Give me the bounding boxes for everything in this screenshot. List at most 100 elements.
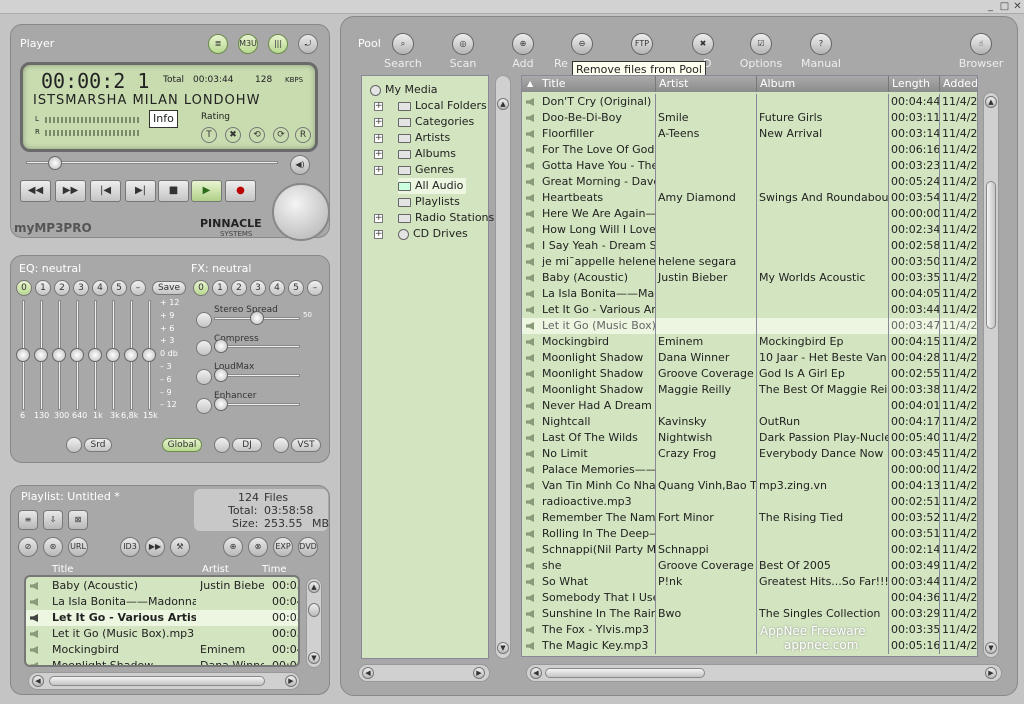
seek-bar[interactable] (26, 161, 278, 164)
pool-row[interactable]: Moonlight Shadow Groove Coverage God Is A … (522, 366, 977, 382)
col-added[interactable]: Added (940, 76, 977, 92)
eq-band-2[interactable]: 2 (54, 280, 70, 296)
expand-icon[interactable]: + (374, 214, 383, 223)
rewind-button[interactable]: ◀◀ (20, 180, 51, 202)
scroll-down-icon[interactable]: ▼ (985, 642, 997, 654)
playlist-hscroll[interactable]: ◀ ▶ (28, 672, 300, 690)
cross-icon[interactable]: ✖ (225, 127, 241, 143)
playlist-col-title[interactable]: Title (52, 564, 73, 575)
expand-icon[interactable]: + (374, 134, 383, 143)
new-playlist-icon[interactable]: ≡ (18, 510, 38, 530)
fx-toggle-loudmax[interactable] (196, 369, 212, 385)
scroll-up-icon[interactable]: ▲ (308, 581, 320, 593)
scroll-up-icon[interactable]: ▲ (985, 96, 997, 108)
fx-band-minus[interactable]: – (307, 280, 323, 296)
srd-toggle[interactable] (66, 437, 82, 453)
pool-row[interactable]: Doo-Be-Di-Boy Smile Future Girls 00:03:11 11… (522, 110, 977, 126)
scroll-left-icon[interactable]: ◀ (530, 667, 542, 679)
eq-band-0[interactable]: 0 (16, 280, 32, 296)
pool-row[interactable]: La Isla Bonita——Madon 00:04:0511/4/2 (522, 286, 977, 302)
eq-knob[interactable] (52, 348, 66, 362)
pool-row[interactable]: Nightcall Kavinsky OutRun 00:04:17 11/4/2 (522, 414, 977, 430)
remove-icon[interactable]: ⊘ (18, 537, 38, 557)
pool-row[interactable]: Baby (Acoustic) Justin Bieber My Worlds Ac… (522, 270, 977, 286)
vst-button[interactable]: VST (291, 438, 321, 452)
scroll-up-icon[interactable]: ▲ (497, 98, 509, 110)
id3-button[interactable]: ID3 (120, 537, 140, 557)
srd-button[interactable]: Srd (84, 438, 112, 452)
pool-row[interactable]: Somebody That I Used 00:04:36 11/4/2 (522, 590, 977, 606)
record-mode-icon[interactable]: R (295, 127, 311, 143)
dj-button[interactable]: DJ (232, 438, 262, 452)
pool-row[interactable]: Van Tin Minh Co NhauQuang Vinh,Bao Thymp… (522, 478, 977, 494)
pool-row[interactable]: radioactive.mp3 00:02:51 11/4/2 (522, 494, 977, 510)
add-icon[interactable]: ⊛ (43, 537, 63, 557)
scroll-thumb[interactable] (308, 603, 320, 617)
pool-row[interactable]: Here We Are Again—— 00:00:00 11/4/2 (522, 206, 977, 222)
vst-toggle[interactable] (273, 437, 289, 453)
playlist-row-active[interactable]: Let It Go - Various Artist: 00:03 (26, 610, 298, 626)
scroll-left-icon[interactable]: ◀ (362, 667, 374, 679)
pool-row[interactable]: Moonlight Shadow Dana Winner 10 Jaar - Het… (522, 350, 977, 366)
pool-row[interactable]: Don'T Cry (Original) - Gu 00:04:4411/4/2 (522, 94, 977, 110)
previous-button[interactable]: |◀ (90, 180, 121, 202)
pool-row[interactable]: How Long Will I Love Yo 00:02:3411/4/2 (522, 222, 977, 238)
options-button[interactable]: ☑ Options (731, 33, 791, 70)
pool-row[interactable]: Moonlight Shadow Maggie Reilly The Best Of… (522, 382, 977, 398)
playlist-row[interactable]: Baby (Acoustic) Justin Bieber 00:03 (26, 578, 298, 594)
tree-radio-stations[interactable]: Radio Stations (398, 210, 494, 226)
fx-toggle-compress[interactable] (196, 340, 212, 356)
eq-knob[interactable] (34, 348, 48, 362)
save-playlist-icon[interactable]: ⊠ (68, 510, 88, 530)
expand-icon[interactable]: + (374, 118, 383, 127)
search-button[interactable]: ⌕ Search (373, 33, 433, 70)
tree-cd-drives[interactable]: CD Drives (398, 226, 468, 242)
tree-vscroll[interactable]: ▲ ▼ (495, 75, 511, 659)
scan-button[interactable]: ◎ Scan (433, 33, 493, 70)
pool-row[interactable]: The Magic Key.mp3 00:05:16 11/4/2 (522, 638, 977, 654)
tree-artists[interactable]: Artists (398, 130, 450, 146)
pool-row[interactable]: Schnappi(Nil Party Mix)Schnappi 00:02:141… (522, 542, 977, 558)
tools-icon[interactable]: ⚒ (170, 537, 190, 557)
eq-knob[interactable] (142, 348, 156, 362)
scroll-down-icon[interactable]: ▼ (308, 652, 320, 664)
record-button[interactable]: ● (225, 180, 256, 202)
fx-knob[interactable] (214, 397, 228, 411)
skin-icon[interactable]: ⤾ (298, 34, 318, 54)
eq-knob[interactable] (16, 348, 30, 362)
expand-icon[interactable]: + (374, 150, 383, 159)
pool-row[interactable]: Sunshine In The Rain Bwo The Singles Colle… (522, 606, 977, 622)
eq-band-1[interactable]: 1 (35, 280, 51, 296)
pool-row[interactable]: I Say Yeah - Dream Str 00:02:58 11/4/2 (522, 238, 977, 254)
minimize-icon[interactable]: _ (984, 1, 997, 13)
fx-knob[interactable] (250, 311, 264, 325)
fx-band-3[interactable]: 3 (250, 280, 266, 296)
scroll-thumb[interactable] (986, 181, 996, 329)
tree-my-media[interactable]: My Media (370, 82, 438, 98)
pool-row[interactable]: No Limit Crazy Frog Everybody Dance Now 00:… (522, 446, 977, 462)
pool-row[interactable]: Palace Memories——S.E 00:00:0011/4/2 (522, 462, 977, 478)
pool-row[interactable]: Great Morning - Daveed 00:05:2411/4/2 (522, 174, 977, 190)
col-album[interactable]: Album (757, 76, 889, 92)
repeat-icon[interactable]: ⟲ (249, 127, 265, 143)
scroll-thumb[interactable] (545, 668, 705, 678)
eq-band-3[interactable]: 3 (73, 280, 89, 296)
playlist-row[interactable]: Mockingbird Eminem 00:04 (26, 642, 298, 658)
tree-hscroll[interactable]: ◀ ▶ (358, 664, 490, 682)
fx-knob[interactable] (214, 368, 228, 382)
add-button[interactable]: ⊕ Add (493, 33, 553, 70)
cd-icon[interactable]: ⊗ (248, 537, 268, 557)
pool-vscroll[interactable]: ▲ ▼ (983, 92, 999, 658)
volume-knob[interactable] (272, 183, 330, 241)
pool-row[interactable]: Gotta Have You - The w 00:03:2311/4/2 (522, 158, 977, 174)
url-button[interactable]: URL (68, 537, 88, 557)
tree-genres[interactable]: Genres (398, 162, 454, 178)
burn-icon[interactable]: ⊕ (223, 537, 243, 557)
fx-knob[interactable] (214, 339, 228, 353)
pool-row[interactable]: Remember The Name -Fort MinorThe Rising … (522, 510, 977, 526)
col-length[interactable]: Length (889, 76, 940, 92)
eq-knob[interactable] (88, 348, 102, 362)
pool-row[interactable]: Rolling In The Deep—— 00:03:5111/4/2 (522, 526, 977, 542)
scroll-right-icon[interactable]: ▶ (985, 667, 997, 679)
eq-band-4[interactable]: 4 (92, 280, 108, 296)
